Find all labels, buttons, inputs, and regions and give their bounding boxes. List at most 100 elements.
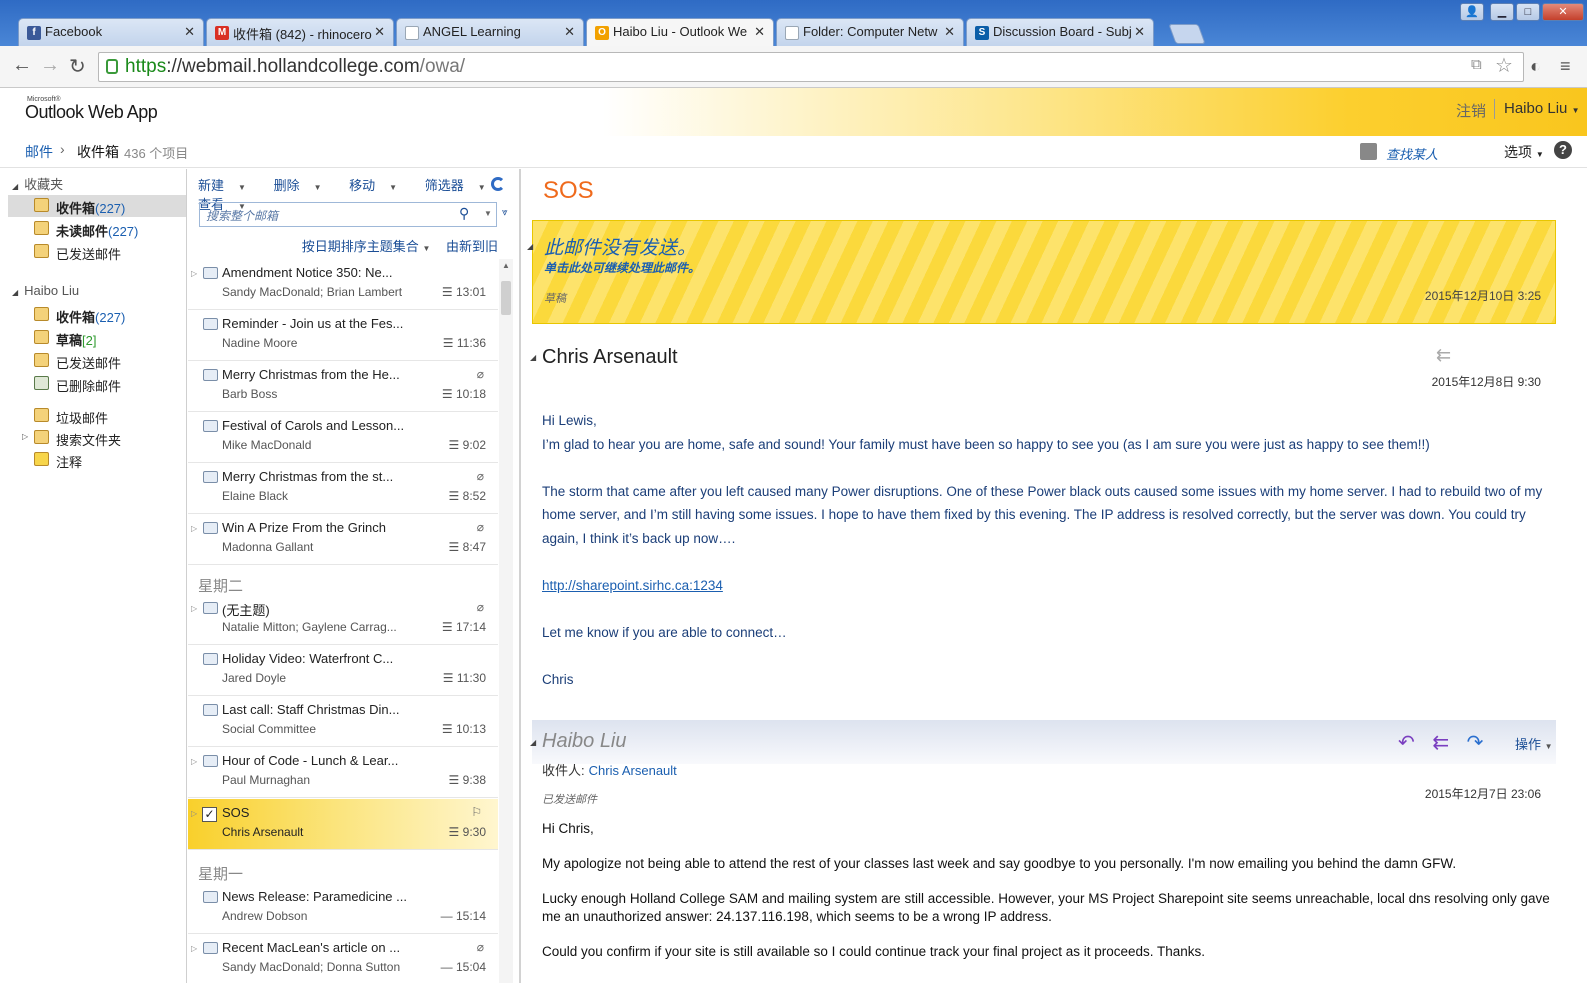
address-book-icon[interactable]	[1360, 143, 1377, 160]
list-item-selected[interactable]: ▷ ✓ SOS ⚐ Chris Arsenault ☰ 9:30	[188, 799, 498, 850]
folder-junk[interactable]: 垃圾邮件	[8, 405, 186, 427]
folder-sent-favorite[interactable]: 已发送邮件	[8, 241, 186, 263]
close-icon[interactable]: ✕	[374, 24, 385, 40]
forward-icon[interactable]: ↷	[1467, 732, 1484, 754]
new-button[interactable]: 新建 ▼	[198, 178, 258, 193]
bookmark-star-icon[interactable]: ☆	[1495, 53, 1513, 78]
sharepoint-link[interactable]: http://sharepoint.sirhc.ca:1234	[542, 578, 723, 593]
collapse-icon[interactable]: ◢	[530, 738, 536, 747]
refresh-icon[interactable]	[491, 177, 505, 191]
tab-discussion-board[interactable]: S Discussion Board - Subj ✕	[966, 18, 1154, 46]
list-item[interactable]: ▷ Amendment Notice 350: Ne... Sandy MacD…	[188, 259, 498, 310]
forward-icon[interactable]: →	[40, 54, 60, 77]
conversation-icon: ☰	[442, 336, 454, 350]
sort-by-button[interactable]: 按日期排序主题集合 ▼	[302, 239, 431, 254]
close-icon[interactable]: ✕	[1134, 24, 1145, 40]
filter-button[interactable]: 筛选器 ▼	[425, 178, 498, 193]
breadcrumb-mail[interactable]: 邮件	[25, 142, 53, 162]
body-paragraph: The storm that came after you left cause…	[542, 483, 1543, 546]
sort-order-button[interactable]: 由新到旧	[446, 239, 498, 254]
expand-thread-icon[interactable]: ▷	[191, 944, 197, 953]
actions-menu[interactable]: 操作 ▼	[1515, 734, 1553, 753]
tab-computer-network[interactable]: Folder: Computer Netw ✕	[776, 18, 964, 46]
close-icon[interactable]: ✕	[184, 24, 195, 40]
list-scrollbar[interactable]: ▲	[499, 259, 513, 983]
list-item[interactable]: Merry Christmas from the st... ⌀ Elaine …	[188, 463, 498, 514]
help-icon[interactable]: ?	[1554, 141, 1572, 159]
translate-icon[interactable]: ⧉	[1471, 56, 1482, 73]
list-item[interactable]: Last call: Staff Christmas Din... Social…	[188, 696, 498, 747]
folder-sent[interactable]: 已发送邮件	[8, 350, 186, 372]
collapse-icon: ◢	[12, 288, 19, 297]
expand-thread-icon[interactable]: ▷	[191, 269, 197, 278]
collapse-icon[interactable]: ◢	[527, 242, 533, 251]
expand-search-icon[interactable]: ⩔	[502, 207, 508, 218]
delete-label: 删除	[273, 178, 300, 193]
list-item[interactable]: Reminder - Join us at the Fes... Nadine …	[188, 310, 498, 361]
expand-thread-icon[interactable]: ▷	[191, 524, 197, 533]
expand-icon[interactable]: ▷	[22, 432, 28, 441]
maximize-button[interactable]: □	[1516, 3, 1540, 21]
recipient-name[interactable]: Chris Arsenault	[589, 763, 677, 778]
evernote-icon[interactable]: ◐	[1530, 56, 1541, 77]
delete-button[interactable]: 删除 ▼	[274, 178, 334, 193]
folder-deleted[interactable]: 已删除邮件	[8, 373, 186, 395]
reply-icon[interactable]: ↶	[1398, 732, 1415, 754]
envelope-open-icon	[203, 704, 218, 716]
flag-icon[interactable]: ⚐	[471, 805, 482, 819]
list-item[interactable]: Holiday Video: Waterfront C... Jared Doy…	[188, 645, 498, 696]
close-icon[interactable]: ✕	[754, 24, 765, 40]
continue-draft-link[interactable]: 单击此处可继续处理此邮件。	[544, 259, 700, 276]
list-item[interactable]: Festival of Carols and Lesson... Mike Ma…	[188, 412, 498, 463]
window-close-button[interactable]: ✕	[1542, 3, 1584, 21]
folder-search[interactable]: ▷ 搜索文件夹	[8, 427, 186, 449]
chevron-down-icon[interactable]: ▼	[484, 209, 492, 218]
folder-notes[interactable]: 注释	[8, 449, 186, 471]
find-people-link[interactable]: 查找某人	[1386, 144, 1438, 163]
folder-inbox[interactable]: 收件箱(227)	[8, 304, 186, 326]
minimize-button[interactable]: ▁	[1490, 3, 1514, 21]
search-input[interactable]: 搜索整个邮箱 ⚲ ▼	[199, 202, 497, 227]
account-header[interactable]: ◢ Haibo Liu	[12, 283, 79, 298]
reload-icon[interactable]: ↻	[69, 54, 86, 79]
tab-gmail[interactable]: M 收件箱 (842) - rhinocero ✕	[206, 18, 394, 46]
reply-all-icon[interactable]: ⇇	[1436, 345, 1451, 366]
sort-label: 按日期排序主题集合	[301, 239, 419, 254]
scrollbar-thumb[interactable]	[501, 281, 511, 315]
list-item[interactable]: ▷ (无主题) ⌀ Natalie Mitton; Gaylene Carrag…	[188, 594, 498, 645]
envelope-open-icon	[203, 755, 218, 767]
collapse-icon[interactable]: ◢	[530, 353, 536, 362]
list-item[interactable]: ▷ Win A Prize From the Grinch ⌀ Madonna …	[188, 514, 498, 565]
expand-thread-icon[interactable]: ▷	[191, 604, 197, 613]
reply-all-icon[interactable]: ⇇	[1432, 732, 1449, 754]
tab-facebook[interactable]: f Facebook ✕	[18, 18, 204, 46]
list-item[interactable]: News Release: Paramedicine ... Andrew Do…	[188, 883, 498, 934]
folder-inbox-favorite[interactable]: 收件箱(227)	[8, 195, 186, 217]
list-item[interactable]: Merry Christmas from the He... ⌀ Barb Bo…	[188, 361, 498, 412]
user-menu[interactable]: Haibo Liu ▼	[1504, 100, 1579, 117]
folder-unread-favorite[interactable]: 未读邮件(227)	[8, 218, 186, 240]
address-bar[interactable]: https://webmail.hollandcollege.com/owa/ …	[98, 52, 1524, 82]
list-item[interactable]: ▷ Hour of Code - Lunch & Lear... Paul Mu…	[188, 747, 498, 798]
search-icon[interactable]: ⚲	[459, 205, 469, 222]
tab-angel-learning[interactable]: ANGEL Learning ✕	[396, 18, 584, 46]
expand-thread-icon[interactable]: ▷	[191, 757, 197, 766]
close-icon[interactable]: ✕	[944, 24, 955, 40]
logout-link[interactable]: 注销	[1456, 100, 1486, 121]
profile-icon[interactable]: 👤	[1460, 3, 1484, 21]
move-button[interactable]: 移动 ▼	[349, 178, 409, 193]
back-icon[interactable]: ←	[12, 54, 32, 77]
expand-thread-icon[interactable]: ▷	[191, 809, 197, 818]
list-item[interactable]: ▷ Recent MacLean's article on ... ⌀ Sand…	[188, 934, 498, 983]
conversation-icon: ☰	[448, 825, 460, 839]
menu-icon[interactable]: ≡	[1560, 56, 1571, 77]
options-menu[interactable]: 选项 ▼	[1504, 142, 1544, 162]
close-icon[interactable]: ✕	[564, 24, 575, 40]
folder-drafts[interactable]: 草稿[2]	[8, 327, 186, 349]
unsent-draft-banner[interactable]: ◢ 此邮件没有发送。 单击此处可继续处理此邮件。 草稿 2015年12月10日 …	[527, 220, 1556, 324]
checkbox-checked-icon[interactable]: ✓	[202, 807, 217, 822]
new-tab-button[interactable]	[1168, 24, 1206, 44]
tab-outlook[interactable]: O Haibo Liu - Outlook We ✕	[586, 18, 774, 47]
favorites-header[interactable]: ◢ 收藏夹	[12, 174, 63, 193]
scroll-up-icon[interactable]: ▲	[502, 261, 510, 270]
